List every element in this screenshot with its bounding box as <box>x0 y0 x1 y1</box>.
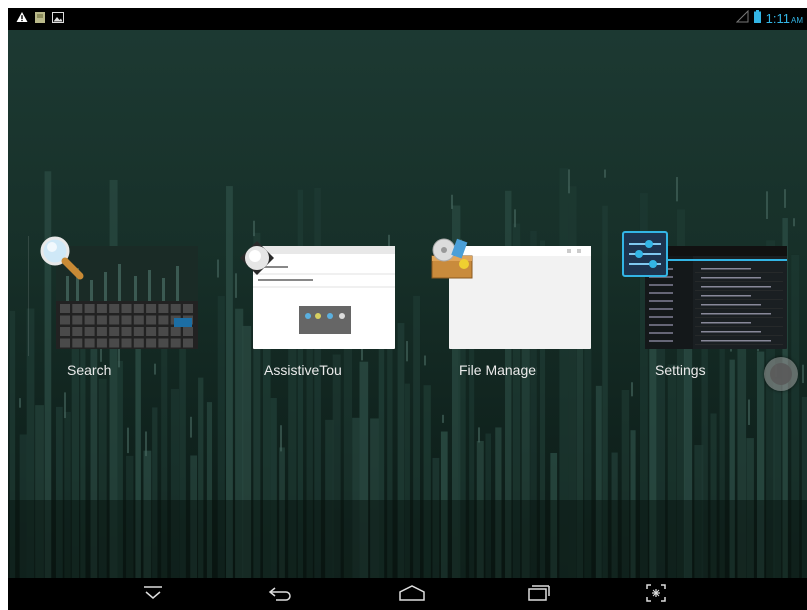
recent-label-file-manager: File Manager <box>459 362 537 378</box>
back-icon <box>266 584 294 607</box>
sd-card-icon <box>35 10 45 28</box>
screenshot-icon <box>645 583 667 608</box>
picture-icon <box>52 10 64 28</box>
status-bar: 1:11AM <box>8 8 807 30</box>
recents-screen: 1:11AM Search AssistiveTou File Manager … <box>8 8 807 610</box>
home-icon <box>397 584 427 607</box>
back-button[interactable] <box>262 584 298 606</box>
search-magnifier-icon <box>38 234 86 287</box>
recent-card-edge-left <box>8 236 29 356</box>
hide-keyboard-button[interactable] <box>135 584 171 606</box>
recent-label-assistivetouch: AssistiveTouch <box>264 362 342 378</box>
file-manager-icon <box>428 234 476 287</box>
recent-label-settings: Settings <box>655 362 706 378</box>
hide-keyboard-icon <box>141 585 165 606</box>
recent-label-search: Search <box>67 362 112 378</box>
settings-sliders-icon <box>621 230 669 283</box>
navigation-bar <box>8 578 807 610</box>
assistive-touch-float-button[interactable] <box>764 357 798 391</box>
recent-apps-icon <box>525 584 551 607</box>
assistive-touch-icon <box>239 240 275 281</box>
recent-apps-button[interactable] <box>520 584 556 606</box>
no-sim-signal-icon <box>735 9 749 28</box>
screenshot-button[interactable] <box>638 583 674 608</box>
assistive-touch-float-inner <box>770 363 792 385</box>
warning-icon <box>16 10 28 28</box>
home-button[interactable] <box>394 584 430 606</box>
battery-icon <box>753 10 761 28</box>
clock: 1:11AM <box>765 11 803 26</box>
